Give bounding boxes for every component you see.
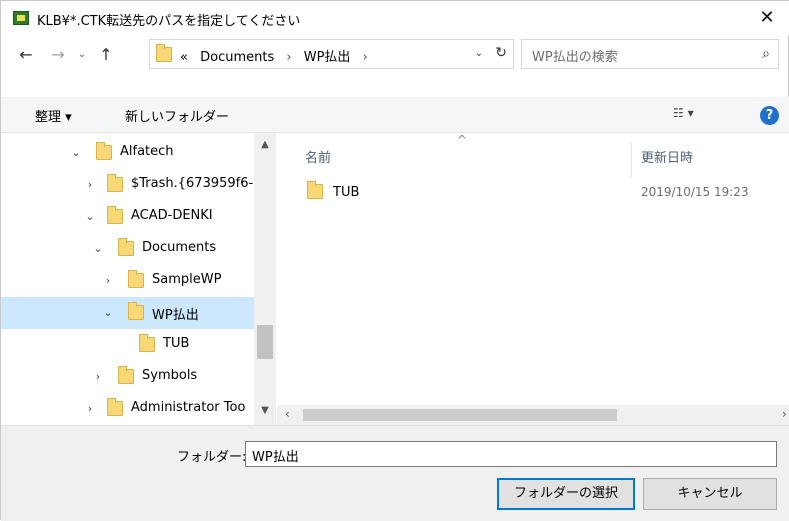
tree-item-label: Documents — [142, 240, 217, 255]
address-dropdown-icon[interactable]: ⌄ — [475, 44, 483, 64]
tree-item-wp-haraidashi[interactable]: ⌄ WP払出 — [1, 297, 254, 329]
folder-icon — [307, 181, 323, 199]
scroll-up-icon[interactable]: ▲ — [254, 139, 276, 150]
breadcrumb-separator[interactable]: › — [286, 50, 291, 65]
folder-field-label: フォルダー: — [177, 450, 247, 465]
folder-picker-dialog: KLB¥*.CTK転送先のパスを指定してください ✕ ← → ⌄ ↑ « Doc… — [0, 0, 789, 521]
window-title: KLB¥*.CTK転送先のパスを指定してください — [37, 14, 301, 29]
tree-item-label: SampleWP — [152, 272, 222, 287]
tree-item-tub[interactable]: TUB — [1, 329, 254, 361]
forward-button[interactable]: → — [47, 43, 69, 67]
tree-item-samplewp[interactable]: › SampleWP — [1, 265, 254, 297]
cancel-button[interactable]: キャンセル — [643, 478, 777, 510]
navigation-bar: ← → ⌄ ↑ « Documents › WP払出 › ⌄ ↻ WP払出の検索… — [1, 35, 789, 75]
expand-toggle-icon[interactable]: › — [91, 369, 105, 385]
folder-icon — [107, 206, 123, 224]
tree-item-administrator-tools[interactable]: › Administrator Too — [1, 393, 254, 425]
expand-toggle-icon[interactable]: ⌄ — [83, 209, 97, 225]
scroll-thumb[interactable] — [303, 409, 617, 421]
tree-item-label: Symbols — [142, 368, 198, 383]
folder-icon — [96, 142, 112, 160]
view-options-button[interactable]: ☷ ▾ — [673, 106, 694, 120]
scroll-left-icon[interactable]: ‹ — [285, 407, 290, 421]
scroll-right-icon[interactable]: › — [782, 407, 787, 421]
app-icon — [13, 11, 29, 25]
folder-icon — [118, 366, 134, 384]
breadcrumb-overflow[interactable]: « — [180, 50, 188, 65]
scroll-thumb[interactable] — [257, 325, 273, 359]
search-box[interactable]: WP払出の検索 ⌕ — [521, 39, 779, 69]
folder-icon — [107, 398, 123, 416]
tree-item-documents[interactable]: ⌄ Documents — [1, 233, 254, 265]
folder-icon — [128, 302, 144, 320]
recent-locations-button[interactable]: ⌄ — [71, 43, 93, 67]
select-folder-button[interactable]: フォルダーの選択 — [497, 478, 635, 510]
expand-toggle-icon[interactable]: › — [83, 401, 97, 417]
scroll-down-icon[interactable]: ▼ — [254, 405, 276, 416]
expand-toggle-icon[interactable]: › — [101, 273, 115, 289]
close-button[interactable]: ✕ — [744, 1, 789, 35]
tree-item-label: TUB — [163, 336, 190, 351]
command-bar: 整理 ▾ 新しいフォルダー ☷ ▾ ? — [1, 97, 789, 133]
folder-icon — [107, 174, 123, 192]
new-folder-button[interactable]: 新しいフォルダー — [125, 106, 229, 125]
horizontal-scrollbar[interactable]: ‹ › — [277, 405, 789, 425]
folder-icon — [156, 44, 172, 62]
tree-item-alfatech[interactable]: ⌄ Alfatech — [1, 137, 254, 169]
tree-item-symbols[interactable]: › Symbols — [1, 361, 254, 393]
search-icon: ⌕ — [762, 46, 770, 62]
expand-toggle-icon[interactable]: ⌄ — [101, 305, 115, 321]
tree-item-label: $Trash.{673959f6-9 — [131, 176, 254, 191]
tree-item-label: WP払出 — [152, 308, 199, 323]
tree-item-trash[interactable]: › $Trash.{673959f6-9 — [1, 169, 254, 201]
back-button[interactable]: ← — [15, 43, 37, 67]
address-bar[interactable]: « Documents › WP払出 › ⌄ ↻ — [149, 39, 514, 69]
folder-icon — [128, 270, 144, 288]
tree-item-label: ACAD-DENKI — [131, 208, 213, 223]
expand-toggle-icon[interactable]: ⌄ — [69, 145, 83, 161]
column-divider[interactable] — [631, 143, 632, 177]
folder-icon — [118, 238, 134, 256]
tree-item-acad-denki[interactable]: ⌄ ACAD-DENKI — [1, 201, 254, 233]
dialog-footer: フォルダー: WP払出 フォルダーの選択 キャンセル — [1, 425, 789, 521]
file-row[interactable]: TUB 2019/10/15 19:23 — [295, 177, 785, 203]
column-header-name[interactable]: 名前 — [305, 147, 331, 179]
search-input[interactable]: WP払出の検索 — [532, 46, 618, 65]
expand-toggle-icon[interactable]: ⌄ — [91, 241, 105, 257]
file-list: ^ 名前 更新日時 TUB 2019/10/15 19:23 — [277, 133, 789, 405]
tree-item-label: Administrator Too — [131, 400, 246, 415]
breadcrumb: « Documents › WP払出 › — [180, 46, 376, 65]
folder-name-field[interactable]: WP払出 — [245, 441, 777, 467]
organize-menu-button[interactable]: 整理 ▾ — [35, 106, 72, 125]
file-name: TUB — [333, 185, 360, 200]
navigation-tree: ⌄ Alfatech › $Trash.{673959f6-9 ⌄ ACAD-D… — [1, 133, 277, 425]
breadcrumb-documents[interactable]: Documents — [200, 50, 274, 65]
file-date-modified: 2019/10/15 19:23 — [641, 185, 749, 199]
sort-indicator-icon: ^ — [457, 133, 468, 147]
breadcrumb-wp-haraidashi[interactable]: WP払出 — [304, 50, 351, 65]
tree-item-label: Alfatech — [120, 144, 174, 159]
folder-icon — [139, 334, 155, 352]
breadcrumb-separator[interactable]: › — [363, 50, 368, 65]
expand-toggle-icon[interactable]: › — [83, 177, 97, 193]
tree-scrollbar[interactable]: ▲ ▼ — [254, 133, 276, 425]
title-bar: KLB¥*.CTK転送先のパスを指定してください ✕ — [1, 1, 789, 35]
refresh-icon[interactable]: ↻ — [495, 43, 507, 63]
up-button[interactable]: ↑ — [95, 43, 117, 67]
column-header-date-modified[interactable]: 更新日時 — [641, 147, 693, 179]
help-icon[interactable]: ? — [760, 106, 779, 125]
